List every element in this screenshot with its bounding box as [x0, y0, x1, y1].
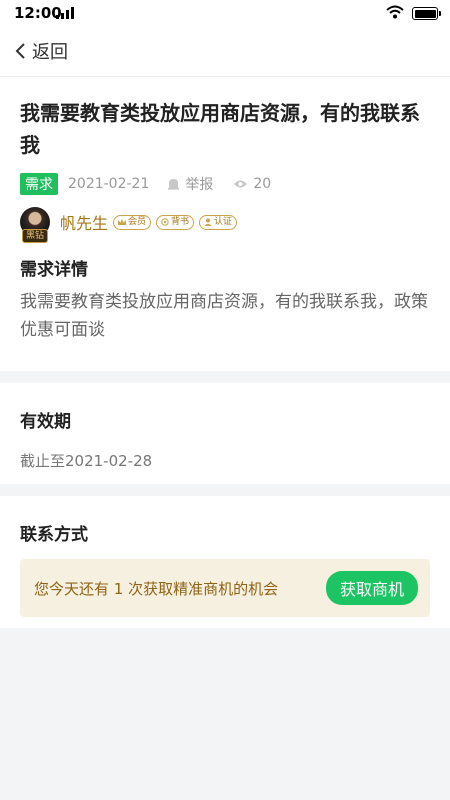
endorse-icon — [161, 218, 169, 226]
contact-title: 联系方式 — [20, 525, 88, 545]
detail-title: 需求详情 — [20, 260, 88, 280]
status-bar: 12:00 — [0, 0, 450, 26]
back-button[interactable]: 返回 — [14, 38, 68, 64]
signal-icon — [56, 7, 74, 19]
post-card: 我需要教育类投放应用商店资源，有的我联系我 需求 2021-02-21 举报 2… — [0, 77, 450, 371]
chevron-left-icon — [15, 43, 25, 59]
notice-text: 您今天还有 1 次获取精准商机的机会 — [34, 579, 279, 598]
report-label: 举报 — [185, 177, 214, 193]
view-count-value: 20 — [253, 176, 272, 192]
category-tag: 需求 — [20, 173, 58, 195]
contact-card: 联系方式 您今天还有 1 次获取精准商机的机会 获取商机 — [0, 496, 450, 628]
validity-title: 有效期 — [20, 412, 71, 432]
nav-bar: 返回 — [0, 26, 450, 77]
post-meta: 需求 2021-02-21 举报 20 — [20, 173, 430, 195]
user-verified-icon — [204, 218, 212, 226]
wifi-icon — [386, 5, 404, 19]
get-opportunity-button[interactable]: 获取商机 — [325, 571, 418, 605]
eye-icon — [234, 180, 248, 188]
section-divider — [0, 484, 450, 496]
author-name[interactable]: 帆先生 — [60, 210, 108, 234]
avatar-badge: 黑钻 — [22, 229, 49, 243]
author-row: 黑钻 帆先生 会员 背书 认证 — [20, 207, 430, 243]
member-badge: 会员 — [113, 214, 152, 230]
verified-badge: 认证 — [199, 214, 238, 230]
endorse-badge: 背书 — [156, 214, 195, 230]
status-time: 12:00 — [14, 4, 62, 22]
detail-body: 我需要教育类投放应用商店资源，有的我联系我，政策优惠可面谈 — [20, 292, 428, 340]
avatar[interactable]: 黑钻 — [20, 207, 50, 243]
back-label: 返回 — [32, 42, 68, 63]
report-button[interactable]: 举报 — [167, 174, 213, 194]
validity-value: 截止至2021-02-28 — [20, 452, 153, 470]
section-divider — [0, 371, 450, 383]
post-date: 2021-02-21 — [68, 176, 150, 192]
validity-card: 有效期 截止至2021-02-28 — [0, 383, 450, 484]
post-title: 我需要教育类投放应用商店资源，有的我联系我 — [20, 101, 420, 157]
contact-notice: 您今天还有 1 次获取精准商机的机会 获取商机 — [20, 559, 430, 617]
bell-icon — [168, 179, 180, 190]
battery-icon — [412, 7, 441, 20]
crown-icon — [118, 218, 127, 225]
view-count: 20 — [233, 176, 271, 192]
